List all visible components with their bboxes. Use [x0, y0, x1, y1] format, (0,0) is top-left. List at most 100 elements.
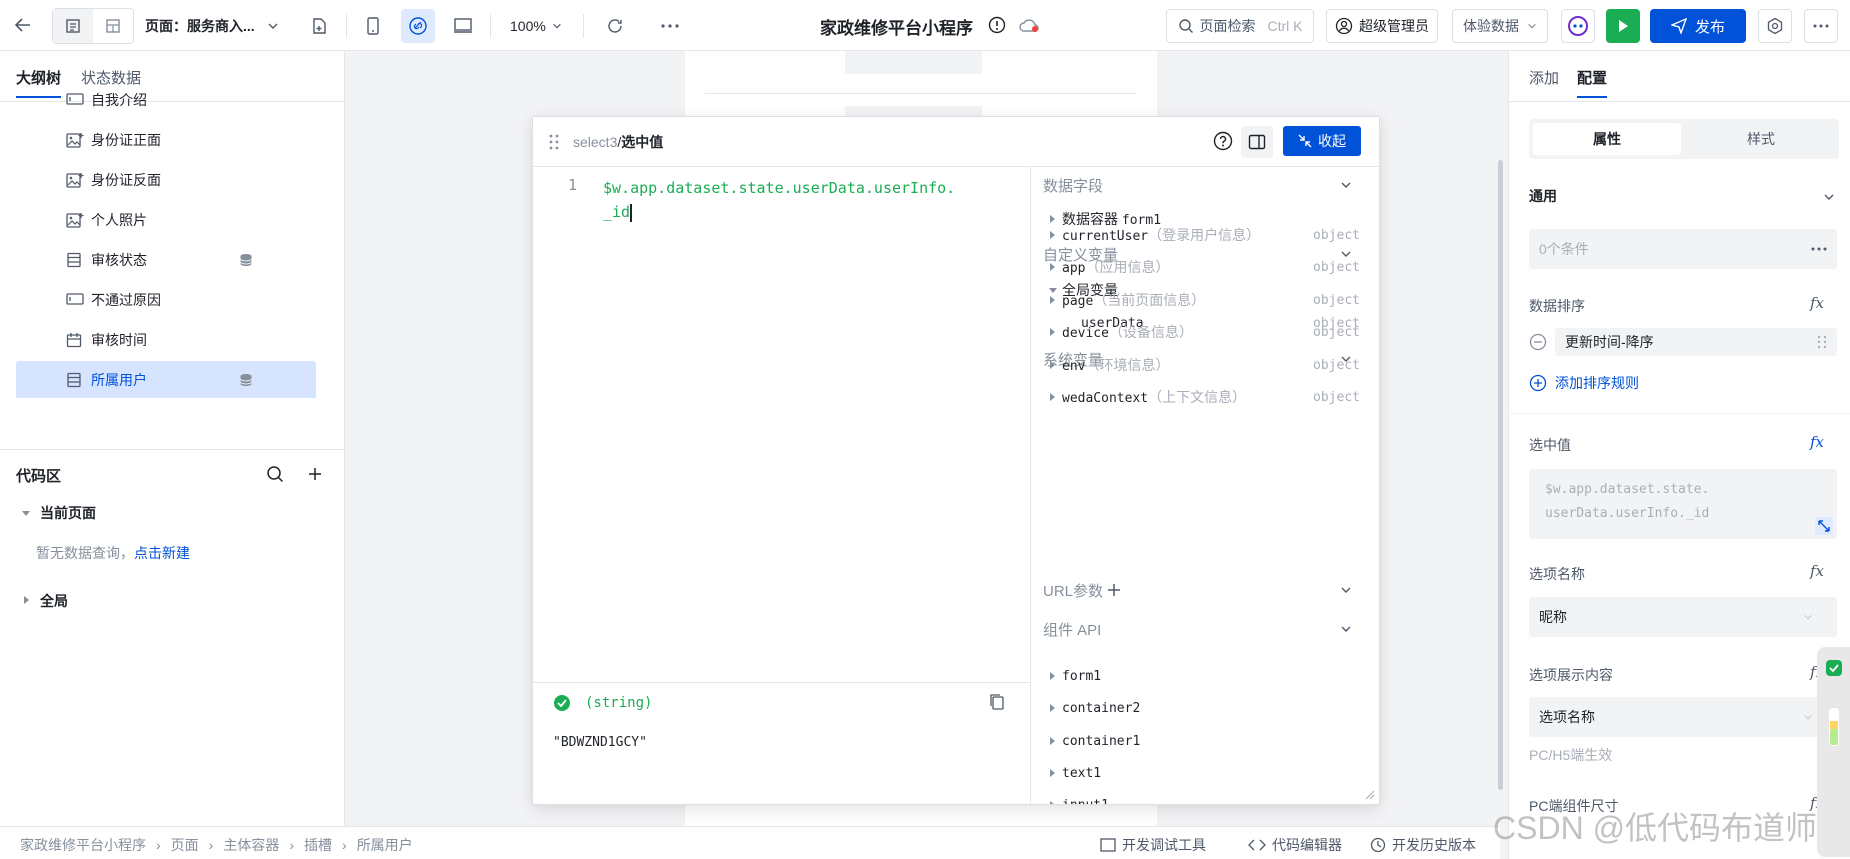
drag-handle-icon[interactable] — [549, 133, 559, 154]
sort-rule-field[interactable]: 更新时间-降序 — [1555, 328, 1837, 356]
general-section-title[interactable]: 通用 — [1529, 186, 1557, 206]
breadcrumb-item[interactable]: 所属用户 — [357, 835, 413, 855]
var-system-item[interactable]: page（当前页面信息） object — [1031, 285, 1379, 315]
var-component-item[interactable]: text1 — [1031, 758, 1379, 788]
remove-circle-icon[interactable] — [1529, 333, 1547, 354]
seg-style[interactable]: 样式 — [1687, 123, 1835, 155]
caret-right-icon — [1050, 737, 1055, 745]
floating-widget[interactable] — [1817, 647, 1850, 857]
page-view-icon[interactable] — [53, 9, 93, 43]
fx-icon[interactable]: fx — [1810, 562, 1824, 580]
current-page-node[interactable]: 当前页面 — [40, 503, 96, 523]
chevron-down-icon — [1528, 23, 1536, 29]
history-button[interactable]: 开发历史版本 — [1370, 835, 1476, 855]
settings-icon[interactable] — [1758, 9, 1792, 43]
help-icon[interactable] — [1213, 131, 1233, 154]
tree-node[interactable]: 审核状态 — [16, 241, 316, 279]
canvas-scrollbar[interactable] — [1498, 160, 1503, 790]
tree-node[interactable]: 审核时间 — [16, 321, 316, 359]
page-search-button[interactable]: 页面检索 Ctrl K — [1166, 9, 1314, 43]
var-component-item[interactable]: input1 — [1031, 790, 1379, 804]
collapse-button[interactable]: 收起 — [1283, 126, 1361, 156]
toggle-sidebar-icon[interactable] — [1241, 126, 1273, 158]
code-editor[interactable]: 1 $w.app.dataset.state.userData.userInfo… — [533, 167, 1030, 682]
var-system-item[interactable]: device（设备信息） object — [1031, 317, 1379, 347]
seg-properties[interactable]: 属性 — [1533, 123, 1681, 155]
section-url-params[interactable]: URL参数 — [1031, 575, 1379, 605]
var-system-item[interactable]: wedaContext（上下文信息） object — [1031, 382, 1379, 412]
breadcrumb-item[interactable]: 页面 — [171, 835, 199, 855]
fx-icon[interactable]: fx — [1810, 294, 1824, 312]
tree-node-label: 个人照片 — [91, 212, 147, 228]
select-icon — [66, 372, 84, 388]
var-component-item[interactable]: container2 — [1031, 693, 1379, 723]
more-menu-icon[interactable] — [1804, 9, 1838, 43]
more-icon[interactable] — [653, 9, 687, 43]
info-icon[interactable] — [988, 16, 1006, 34]
mobile-preview-icon[interactable] — [356, 9, 390, 43]
cloud-sync-icon[interactable] — [1018, 16, 1040, 34]
history-icon — [1370, 837, 1386, 853]
fx-icon[interactable]: fx — [1810, 433, 1824, 451]
run-preview-button[interactable] — [1606, 9, 1640, 43]
line-number: 1 — [568, 176, 578, 194]
back-icon[interactable] — [6, 8, 40, 42]
breadcrumb-item[interactable]: 插槽 — [304, 835, 332, 855]
tree-node[interactable]: 身份证正面 — [16, 121, 316, 159]
database-icon — [240, 374, 252, 386]
caret-right-icon — [1050, 361, 1055, 369]
dialog-breadcrumb: select3/选中值 — [573, 134, 664, 150]
new-page-icon[interactable] — [302, 9, 336, 43]
refresh-icon[interactable] — [598, 9, 632, 43]
data-mode-selector[interactable]: 体验数据 — [1452, 9, 1548, 43]
input-icon — [66, 292, 84, 308]
tree-node[interactable]: 自我介绍 — [16, 81, 316, 119]
option-name-select[interactable]: 昵称 — [1529, 597, 1837, 637]
breadcrumb-item[interactable]: 家政维修平台小程序 — [20, 835, 146, 855]
search-icon[interactable] — [266, 465, 284, 486]
add-icon[interactable] — [306, 465, 324, 486]
add-sort-rule-button[interactable]: 添加排序规则 — [1529, 373, 1639, 393]
tree-node[interactable]: 身份证反面 — [16, 161, 316, 199]
create-query-link[interactable]: 点击新建 — [134, 545, 190, 561]
result-preview: (string) "BDWZND1GCY" — [533, 682, 1030, 804]
breadcrumb-item[interactable]: 主体容器 — [223, 835, 279, 855]
bottom-status-bar: 家政维修平台小程序 › 页面 › 主体容器 › 插槽 › 所属用户 开发调试工具 代码编辑器 开… — [0, 826, 1500, 859]
bottom-breadcrumb: 家政维修平台小程序 › 页面 › 主体容器 › 插槽 › 所属用户 — [20, 835, 413, 855]
copy-icon[interactable] — [988, 693, 1006, 714]
chevron-down-icon — [268, 23, 278, 29]
var-component-item[interactable]: container1 — [1031, 726, 1379, 756]
var-system-item[interactable]: env（环境信息） object — [1031, 350, 1379, 380]
ai-assistant-icon[interactable] — [1561, 9, 1595, 43]
option-display-select[interactable]: 选项名称 — [1529, 697, 1837, 737]
caret-down-icon[interactable] — [22, 511, 30, 516]
link-preview-icon[interactable] — [401, 9, 435, 43]
publish-button[interactable]: 发布 — [1650, 9, 1746, 43]
var-system-item[interactable]: currentUser（登录用户信息） object — [1031, 220, 1379, 250]
var-component-item[interactable]: form1 — [1031, 661, 1379, 691]
var-system-item[interactable]: app（应用信息） object — [1031, 252, 1379, 282]
user-role-button[interactable]: 超级管理员 — [1326, 9, 1438, 43]
page-selector[interactable]: 页面：服务商入... — [145, 12, 279, 40]
tree-node[interactable]: 所属用户 — [16, 361, 316, 398]
section-component-api[interactable]: 组件 API — [1031, 614, 1379, 644]
tree-node[interactable]: 不通过原因 — [16, 281, 316, 319]
chevron-down-icon — [1824, 194, 1834, 200]
chevron-down-icon — [553, 23, 561, 29]
global-node[interactable]: 全局 — [40, 591, 68, 611]
selected-value-field[interactable]: $w.app.dataset.state. userData.userInfo.… — [1529, 469, 1837, 539]
select-icon — [66, 252, 84, 268]
code-editor-button[interactable]: 代码编辑器 — [1248, 835, 1342, 855]
dev-tools-button[interactable]: 开发调试工具 — [1100, 835, 1206, 855]
tree-node-label: 自我介绍 — [91, 92, 147, 108]
code-content[interactable]: $w.app.dataset.state.userData.userInfo. … — [603, 176, 955, 224]
tree-node[interactable]: 个人照片 — [16, 201, 316, 239]
tab-add[interactable]: 添加 — [1529, 67, 1559, 98]
section-data-fields[interactable]: 数据字段 — [1031, 170, 1379, 200]
tab-config[interactable]: 配置 — [1577, 67, 1608, 98]
layout-view-icon[interactable] — [93, 9, 133, 43]
caret-right-icon[interactable] — [24, 596, 29, 604]
zoom-selector[interactable]: 100% — [510, 12, 562, 40]
conditions-field[interactable]: 0个条件 — [1529, 229, 1837, 269]
desktop-preview-icon[interactable] — [446, 9, 480, 43]
